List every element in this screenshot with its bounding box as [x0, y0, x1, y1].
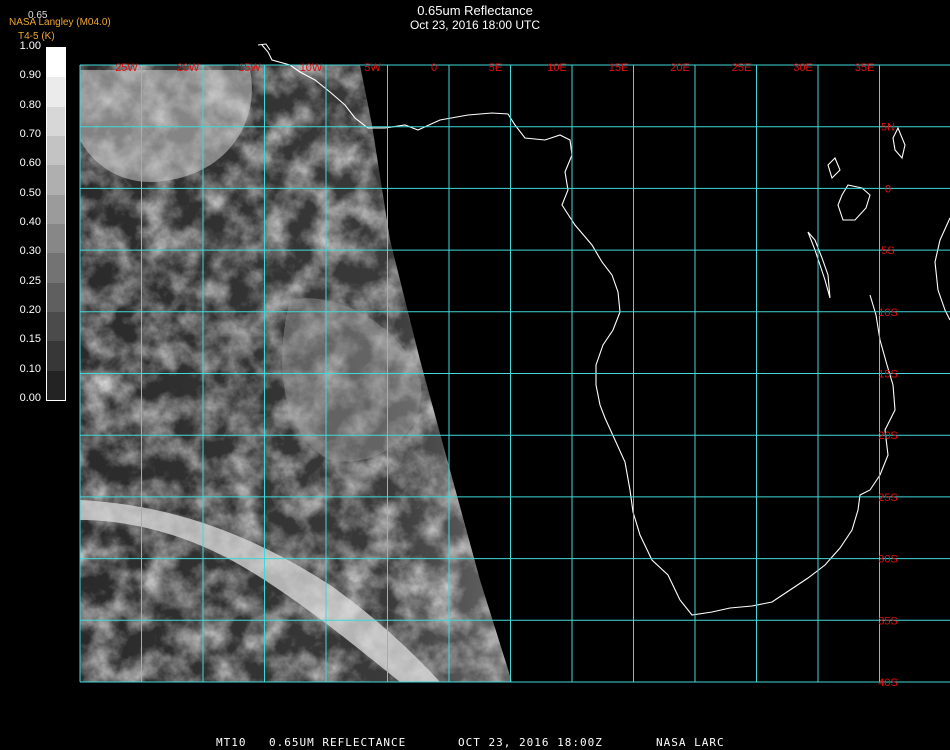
latitude-label: 35S — [878, 615, 898, 627]
longitude-label: 15W — [238, 62, 261, 74]
latitude-label: 5N — [881, 122, 895, 134]
satellite-map: 25W 20W 15W 10W 5W 0 5E 10E 15E 20E 25E 30E 35E 5N 0 5S… — [79, 43, 950, 689]
longitude-label: 20W — [177, 62, 200, 74]
longitude-label: 25W — [115, 62, 138, 74]
longitude-label: 0 — [431, 62, 437, 74]
longitude-label: 5W — [364, 62, 381, 74]
longitude-label: 15E — [609, 62, 629, 74]
latitude-label: 20S — [878, 430, 898, 442]
latitude-label: 5S — [881, 245, 894, 257]
footer-band: 0.65UM REFLECTANCE — [269, 736, 407, 749]
footer-product: MT10 — [216, 736, 247, 749]
footer-source: NASA LARC — [656, 736, 725, 749]
latitude-label: 25S — [878, 492, 898, 504]
longitude-label: 35E — [855, 62, 875, 74]
longitude-label: 10E — [547, 62, 567, 74]
latitude-label: 30S — [878, 554, 898, 566]
longitude-label: 5E — [489, 62, 502, 74]
latitude-label: 0 — [885, 183, 891, 195]
longitude-label: 10W — [300, 62, 323, 74]
cloud-imagery — [80, 65, 512, 682]
longitude-label: 25E — [732, 62, 752, 74]
latitude-label: 10S — [878, 307, 898, 319]
longitude-label: 20E — [670, 62, 690, 74]
latitude-label: 40S — [878, 677, 898, 689]
longitude-label: 30E — [793, 62, 813, 74]
latitude-label: 15S — [878, 369, 898, 381]
footer-date: OCT 23, 2016 18:00Z — [458, 736, 603, 749]
